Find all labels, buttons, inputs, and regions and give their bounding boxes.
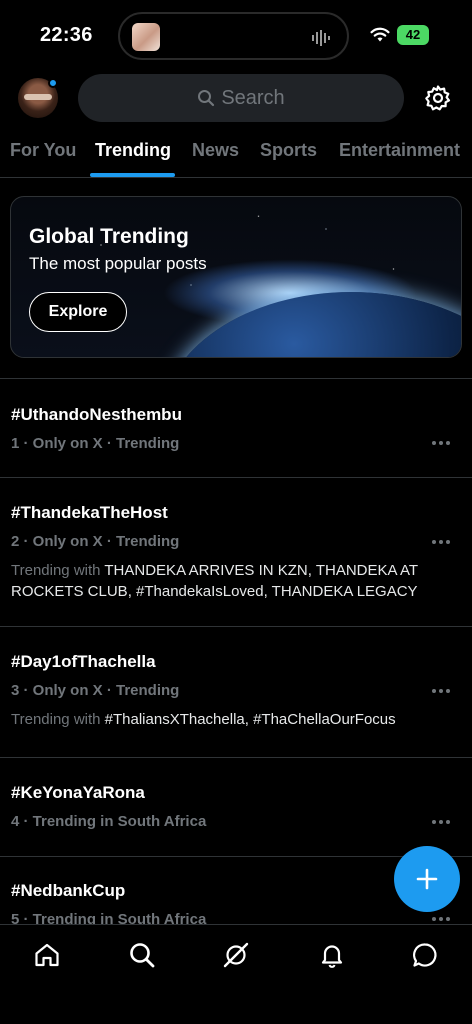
- trend-title: #KeYonaYaRona: [11, 783, 145, 802]
- explore-button[interactable]: Explore: [29, 292, 127, 332]
- trend-item[interactable]: #ThandekaTheHost 2 · Only on X · Trendin…: [0, 478, 472, 626]
- trend-title: #ThandekaTheHost: [11, 503, 168, 522]
- tab-entertainment[interactable]: Entertainment: [339, 140, 460, 161]
- trend-meta: 1 · Only on X · Trending: [11, 435, 180, 452]
- trend-title: #UthandoNesthembu: [11, 405, 182, 424]
- trend-title: #Day1ofThachella: [11, 652, 156, 671]
- trend-item[interactable]: #KeYonaYaRona 4 · Trending in South Afri…: [0, 758, 472, 856]
- more-options-icon[interactable]: [432, 820, 452, 826]
- more-options-icon[interactable]: [432, 441, 452, 447]
- trending-with-text: Trending with THANDEKA ARRIVES IN KZN, T…: [11, 560, 451, 602]
- tab-news[interactable]: News: [192, 140, 239, 161]
- bottom-navigation: [0, 924, 472, 1024]
- bell-icon[interactable]: [318, 941, 346, 969]
- dynamic-island[interactable]: [118, 12, 349, 60]
- plus-icon: [416, 868, 438, 890]
- trend-meta: 5 · Trending in South Africa: [11, 911, 207, 924]
- battery-indicator: 42: [397, 25, 429, 45]
- global-trending-banner[interactable]: Global Trending The most popular posts E…: [10, 196, 462, 358]
- grok-icon[interactable]: [222, 941, 250, 969]
- search-bar[interactable]: Search: [78, 74, 404, 122]
- now-playing-artwork: [132, 23, 160, 51]
- search-placeholder: Search: [221, 86, 285, 109]
- trend-meta: 2 · Only on X · Trending: [11, 533, 180, 550]
- active-tab-indicator: [90, 173, 175, 177]
- banner-title: Global Trending: [29, 225, 189, 248]
- status-time: 22:36: [40, 24, 93, 46]
- banner-subtitle: The most popular posts: [29, 254, 207, 273]
- trending-with-label: Trending with: [11, 562, 105, 579]
- more-options-icon[interactable]: [432, 689, 452, 695]
- avatar-detail: [24, 94, 52, 100]
- compose-post-button[interactable]: [394, 846, 460, 912]
- trending-with-label: Trending with: [11, 711, 105, 728]
- home-icon[interactable]: [33, 941, 61, 969]
- more-options-icon[interactable]: [432, 917, 452, 923]
- trending-with-text: Trending with #ThaliansXThachella, #ThaC…: [11, 709, 451, 730]
- more-options-icon[interactable]: [432, 540, 452, 546]
- search-icon: [198, 90, 215, 107]
- tab-sports[interactable]: Sports: [260, 140, 317, 161]
- notification-dot: [48, 78, 58, 88]
- trend-item[interactable]: #Day1ofThachella 3 · Only on X · Trendin…: [0, 627, 472, 757]
- audio-wave-icon: [312, 30, 330, 46]
- gear-icon[interactable]: [424, 84, 452, 112]
- trend-title: #NedbankCup: [11, 881, 126, 900]
- trend-meta: 3 · Only on X · Trending: [11, 682, 180, 699]
- status-bar: 22:36 42: [0, 0, 472, 70]
- wifi-icon: [370, 27, 390, 42]
- trending-with-topics[interactable]: #ThaliansXThachella, #ThaChellaOurFocus: [105, 711, 396, 728]
- search-icon[interactable]: [128, 941, 156, 969]
- trend-item[interactable]: #UthandoNesthembu 1 · Only on X · Trendi…: [0, 379, 472, 477]
- tab-for-you[interactable]: For You: [10, 140, 76, 161]
- chat-icon[interactable]: [411, 941, 439, 969]
- trend-meta: 4 · Trending in South Africa: [11, 813, 207, 830]
- tab-bar: For You Trending News Sports Entertainme…: [0, 128, 472, 178]
- tab-trending[interactable]: Trending: [95, 140, 171, 161]
